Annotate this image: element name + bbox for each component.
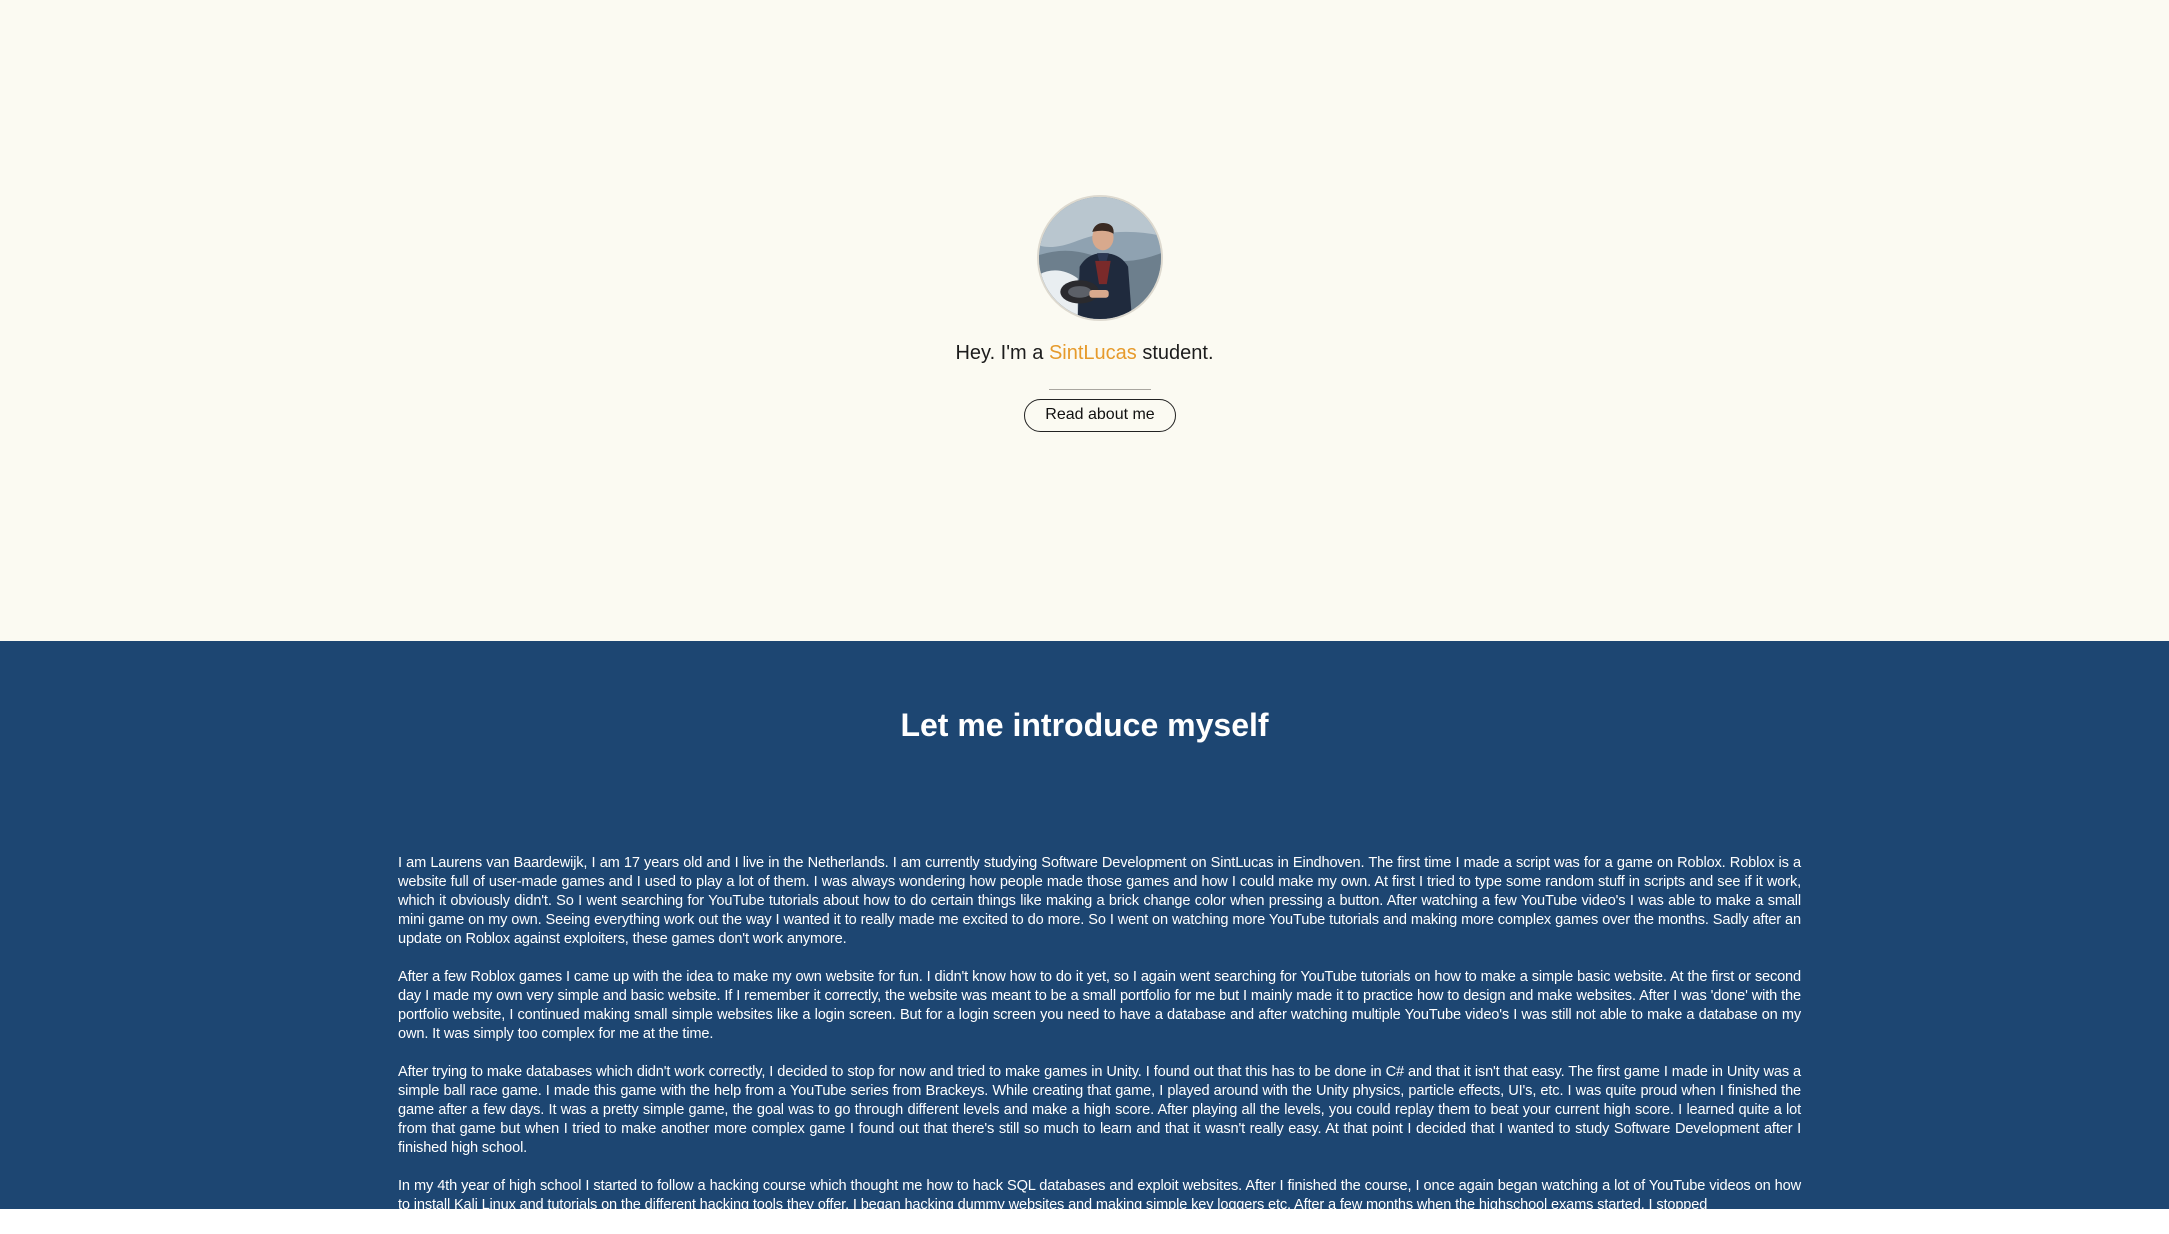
intro-paragraph: In my 4th year of high school I started … (398, 1178, 1801, 1213)
hero-tagline: Hey. I'm a SintLucas student. (0, 342, 2169, 365)
introduction-section: Let me introduce myself I am Laurens van… (0, 641, 2169, 1213)
tagline-prefix: Hey. I'm a (955, 342, 1049, 364)
intro-paragraph: After a few Roblox games I came up with … (398, 969, 1801, 1042)
intro-paragraph: After trying to make databases which did… (398, 1064, 1801, 1156)
hero-section: Hey. I'm a SintLucas student. Read about… (0, 0, 2169, 641)
sintlucas-link[interactable]: SintLucas (1049, 342, 1137, 364)
read-about-me-button[interactable]: Read about me (1024, 399, 1176, 432)
intro-heading: Let me introduce myself (900, 707, 1269, 743)
tagline-suffix: student. (1136, 342, 1214, 364)
intro-paragraph: I am Laurens van Baardewijk, I am 17 yea… (398, 855, 1801, 947)
hero-divider (1049, 389, 1151, 390)
profile-photo (1039, 197, 1161, 319)
intro-body: I am Laurens van Baardewijk, I am 17 yea… (398, 854, 1801, 1234)
profile-avatar (1037, 195, 1163, 321)
